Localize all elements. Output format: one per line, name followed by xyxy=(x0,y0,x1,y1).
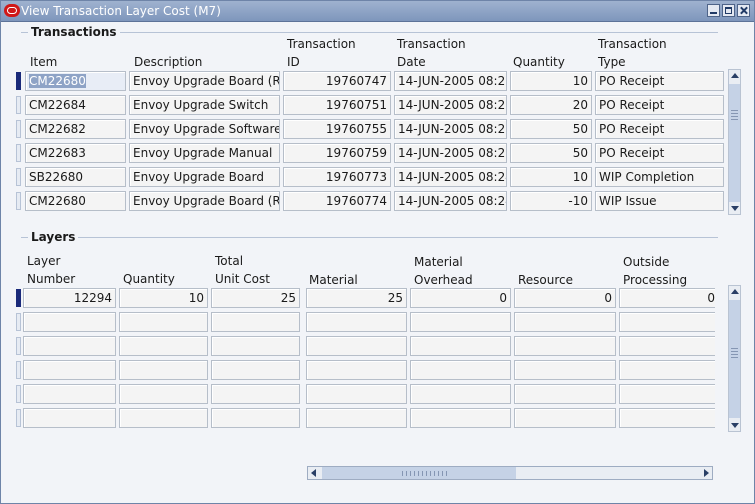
material-cell[interactable] xyxy=(306,336,407,356)
layer-quantity-cell[interactable] xyxy=(119,312,208,332)
scroll-left-icon[interactable] xyxy=(311,469,316,477)
scrollbar-thumb[interactable] xyxy=(729,300,740,418)
resource-cell[interactable] xyxy=(514,360,616,380)
material-overhead-cell[interactable] xyxy=(410,360,511,380)
material-cell[interactable] xyxy=(306,312,407,332)
material-overhead-cell[interactable] xyxy=(410,312,511,332)
resource-cell[interactable] xyxy=(514,384,616,404)
material-overhead-cell[interactable]: 0 xyxy=(410,288,511,308)
record-indicator[interactable] xyxy=(16,385,21,403)
scrollbar-thumb[interactable] xyxy=(729,84,740,202)
layers-vertical-scrollbar[interactable] xyxy=(728,285,741,432)
resource-cell[interactable] xyxy=(514,312,616,332)
layer-quantity-cell[interactable] xyxy=(119,408,208,428)
resource-cell[interactable] xyxy=(514,408,616,428)
total-unit-cost-cell[interactable] xyxy=(211,312,300,332)
material-overhead-cell[interactable] xyxy=(410,408,511,428)
total-unit-cost-cell[interactable]: 25 xyxy=(211,288,300,308)
layer-number-cell[interactable] xyxy=(23,336,116,356)
scroll-right-icon[interactable] xyxy=(704,469,709,477)
resource-cell[interactable] xyxy=(514,336,616,356)
maximize-icon[interactable] xyxy=(722,4,735,17)
material-cell[interactable] xyxy=(306,384,407,404)
transaction-layer-cost-window: View Transaction Layer Cost (M7) Transac… xyxy=(0,0,755,504)
layer-number-cell[interactable] xyxy=(23,312,116,332)
material-cell[interactable] xyxy=(306,360,407,380)
scrollbar-thumb[interactable] xyxy=(322,467,516,479)
outside-processing-cell[interactable]: 0 xyxy=(619,288,715,308)
outside-processing-cell[interactable] xyxy=(619,360,715,380)
material-cell[interactable]: 25 xyxy=(306,288,407,308)
material-overhead-cell[interactable] xyxy=(410,336,511,356)
transactions-vertical-scrollbar[interactable] xyxy=(728,69,741,215)
total-unit-cost-cell[interactable] xyxy=(211,336,300,356)
scroll-up-icon[interactable] xyxy=(731,289,739,294)
current-record-indicator[interactable] xyxy=(16,289,21,307)
record-indicator[interactable] xyxy=(16,313,21,331)
layer-quantity-cell[interactable] xyxy=(119,336,208,356)
scrollbar-grip-icon xyxy=(402,471,448,476)
close-icon[interactable] xyxy=(737,4,750,17)
scroll-down-icon[interactable] xyxy=(731,206,739,211)
material-cell[interactable] xyxy=(306,408,407,428)
layer-number-cell[interactable]: 12294 xyxy=(23,288,116,308)
record-indicator[interactable] xyxy=(16,409,21,427)
layers-table: 12294 10 25 25 0 0 0 xyxy=(1,1,715,441)
record-indicator[interactable] xyxy=(16,337,21,355)
outside-processing-cell[interactable] xyxy=(619,336,715,356)
layer-number-cell[interactable] xyxy=(23,360,116,380)
scrollbar-grip-icon xyxy=(731,348,738,360)
outside-processing-cell[interactable] xyxy=(619,384,715,404)
layers-horizontal-scrollbar[interactable] xyxy=(307,466,713,480)
scroll-up-icon[interactable] xyxy=(731,73,739,78)
layer-quantity-cell[interactable] xyxy=(119,360,208,380)
total-unit-cost-cell[interactable] xyxy=(211,360,300,380)
scrollbar-grip-icon xyxy=(731,110,738,122)
record-indicator[interactable] xyxy=(16,361,21,379)
total-unit-cost-cell[interactable] xyxy=(211,408,300,428)
resource-cell[interactable]: 0 xyxy=(514,288,616,308)
layer-number-cell[interactable] xyxy=(23,384,116,404)
total-unit-cost-cell[interactable] xyxy=(211,384,300,404)
material-overhead-cell[interactable] xyxy=(410,384,511,404)
layer-quantity-cell[interactable] xyxy=(119,384,208,404)
layer-number-cell[interactable] xyxy=(23,408,116,428)
outside-processing-cell[interactable] xyxy=(619,312,715,332)
layer-quantity-cell[interactable]: 10 xyxy=(119,288,208,308)
scroll-down-icon[interactable] xyxy=(731,423,739,428)
outside-processing-cell[interactable] xyxy=(619,408,715,428)
